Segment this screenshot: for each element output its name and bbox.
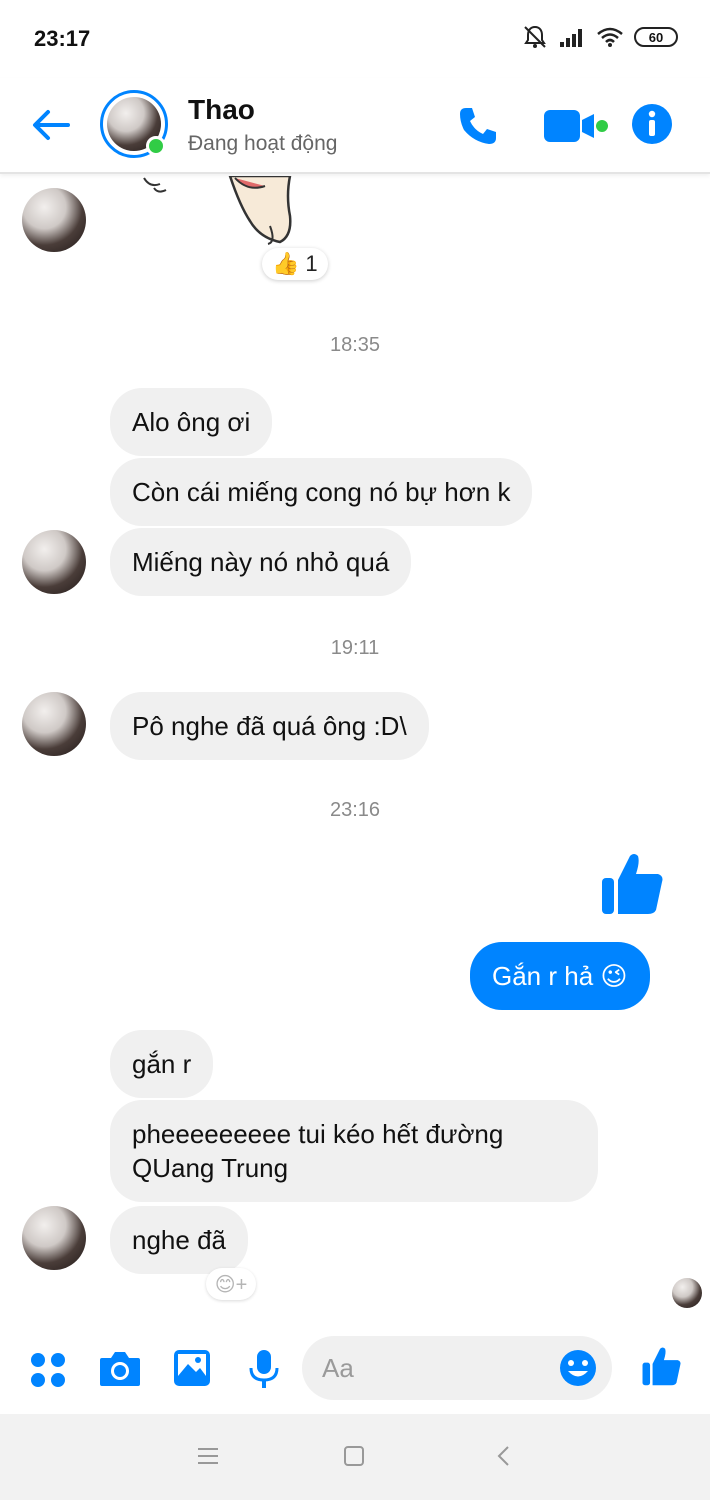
message-bubble[interactable]: Còn cái miếng cong nó bự hơn k — [110, 458, 533, 526]
composer-bar — [0, 1330, 710, 1412]
arrow-left-icon — [33, 110, 70, 140]
camera-icon[interactable] — [98, 1348, 142, 1393]
signal-icon — [558, 26, 586, 48]
chat-header: Thao Đang hoạt động — [0, 78, 710, 174]
online-indicator — [146, 136, 166, 156]
message-bubble[interactable]: Miếng này nó nhỏ quá — [110, 528, 412, 596]
dog-sticker[interactable] — [140, 176, 320, 246]
system-nav-bar — [0, 1414, 710, 1500]
emoji-icon[interactable] — [558, 1348, 598, 1393]
status-time: 23:17 — [34, 26, 91, 51]
mute-icon — [522, 24, 548, 50]
timestamp: 23:16 — [329, 799, 381, 821]
message-bubble[interactable]: nghe đã — [110, 1206, 248, 1274]
info-icon[interactable] — [630, 102, 674, 151]
back-icon[interactable] — [492, 1444, 516, 1473]
home-icon[interactable] — [342, 1444, 366, 1473]
message-bubble[interactable]: pheeeeeeeee tui kéo hết đường QUang Trun… — [110, 1100, 598, 1202]
timestamp: 19:11 — [330, 637, 380, 659]
message-bubble[interactable]: gắn r — [110, 1030, 214, 1098]
message-bubble[interactable]: Alo ông ơi — [110, 388, 273, 456]
message-bubble[interactable]: Pô nghe đã quá ông :D\ — [110, 692, 429, 760]
sender-avatar[interactable] — [22, 188, 86, 252]
sender-avatar[interactable] — [22, 1206, 86, 1270]
apps-icon[interactable] — [30, 1352, 66, 1393]
reaction-emoji: 👍 — [272, 251, 300, 276]
timestamp: 18:35 — [329, 334, 381, 356]
my-message-bubble[interactable]: Gắn r hả 😉 — [470, 942, 650, 1010]
seen-avatar — [672, 1278, 702, 1308]
image-icon[interactable] — [172, 1348, 212, 1393]
like-icon[interactable] — [640, 1344, 684, 1395]
thumbs-up-icon[interactable] — [598, 850, 668, 925]
my-message-text: Gắn r hả — [492, 961, 594, 991]
wink-emoji: 😉 — [600, 961, 628, 991]
contact-status: Đang hoạt động — [188, 132, 338, 155]
phone-icon[interactable] — [456, 104, 500, 153]
reaction-count: 1 — [305, 251, 318, 276]
sender-avatar[interactable] — [22, 692, 86, 756]
status-bar: 23:17 60 — [0, 0, 710, 78]
message-list[interactable]: 👍 1 18:35 Alo ông ơi Còn cái miếng cong … — [0, 176, 710, 1326]
sender-avatar[interactable] — [22, 530, 86, 594]
status-icons: 60 — [522, 24, 678, 50]
contact-name[interactable]: Thao — [188, 94, 255, 126]
menu-icon[interactable] — [196, 1444, 220, 1473]
video-call-icon[interactable] — [542, 108, 610, 149]
add-reaction-button[interactable]: 😊+ — [206, 1268, 256, 1300]
wifi-icon — [596, 26, 624, 48]
sticker-reaction[interactable]: 👍 1 — [262, 248, 328, 280]
back-button[interactable] — [28, 102, 74, 148]
mic-icon[interactable] — [248, 1348, 280, 1395]
battery-icon: 60 — [634, 27, 678, 47]
